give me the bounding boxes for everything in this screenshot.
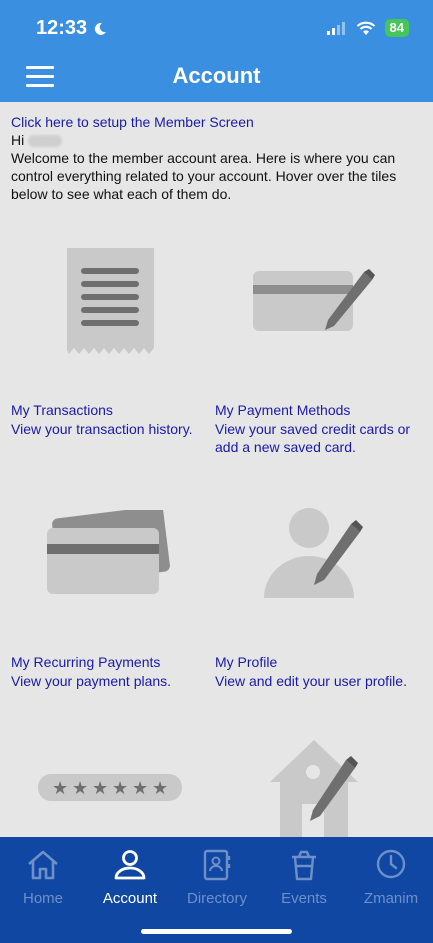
tile-transactions-desc: View your transaction history.	[11, 421, 193, 437]
svg-text:★: ★	[132, 778, 148, 799]
tab-home[interactable]: Home	[0, 849, 86, 907]
tile-recurring-payments-desc: View your payment plans.	[11, 673, 172, 689]
setup-member-screen-link[interactable]: Click here to setup the Member Screen	[11, 114, 254, 130]
tile-profile-title[interactable]: My Profile	[215, 654, 277, 670]
page-title: Account	[172, 63, 261, 88]
moon-icon	[95, 22, 107, 35]
welcome-text: Welcome to the member account area. Here…	[11, 150, 397, 202]
user-icon	[114, 850, 146, 880]
tab-zmanim[interactable]: Zmanim	[348, 849, 433, 907]
tab-events[interactable]: Events	[261, 849, 347, 907]
tile-payment-methods-title[interactable]: My Payment Methods	[215, 402, 350, 418]
status-icons: 84	[326, 19, 409, 37]
trash-cup-icon	[292, 850, 316, 881]
tab-directory-label: Directory	[186, 890, 247, 907]
status-time: 12:33	[36, 17, 107, 40]
card-edit-icon	[253, 269, 375, 331]
home-icon	[28, 850, 58, 880]
tab-account[interactable]: Account	[87, 849, 173, 907]
svg-text:★: ★	[52, 778, 68, 799]
tile-transactions-title[interactable]: My Transactions	[11, 402, 113, 418]
greeting: Hi	[11, 132, 25, 148]
svg-text:★: ★	[112, 778, 128, 799]
address-book-icon	[203, 849, 231, 881]
tab-account-label: Account	[102, 890, 158, 907]
house-edit-icon	[270, 740, 358, 838]
user-edit-icon	[264, 508, 363, 598]
top-bar: 12:33 84 Account	[0, 0, 433, 102]
tab-directory[interactable]: Directory	[174, 849, 260, 907]
tab-home-label: Home	[22, 890, 63, 907]
battery-badge: 84	[384, 19, 409, 37]
bottom-tab-bar: Home Account Directory Events Zmanim	[0, 837, 433, 943]
tile-profile-desc: View and edit your user profile.	[215, 673, 407, 689]
receipt-icon	[67, 248, 154, 354]
stacked-cards-icon	[47, 510, 170, 594]
status-clock: 12:33	[36, 17, 88, 39]
tab-events-label: Events	[281, 890, 327, 907]
home-indicator[interactable]	[141, 929, 292, 934]
password-stars-icon: ★ ★ ★ ★ ★ ★	[38, 774, 182, 801]
member-name-redacted	[28, 135, 63, 148]
svg-text:★: ★	[72, 778, 88, 799]
tile-recurring-payments-title[interactable]: My Recurring Payments	[11, 654, 160, 670]
signal-icon	[326, 22, 345, 35]
tab-zmanim-label: Zmanim	[363, 890, 419, 907]
wifi-icon	[356, 21, 375, 35]
svg-text:★: ★	[152, 778, 168, 799]
svg-text:★: ★	[92, 778, 108, 799]
clock-icon	[376, 849, 406, 879]
tile-payment-methods-desc: View your saved credit cards or add a ne…	[215, 421, 411, 455]
intro-section: Click here to setup the Member Screen Hi…	[11, 113, 421, 203]
